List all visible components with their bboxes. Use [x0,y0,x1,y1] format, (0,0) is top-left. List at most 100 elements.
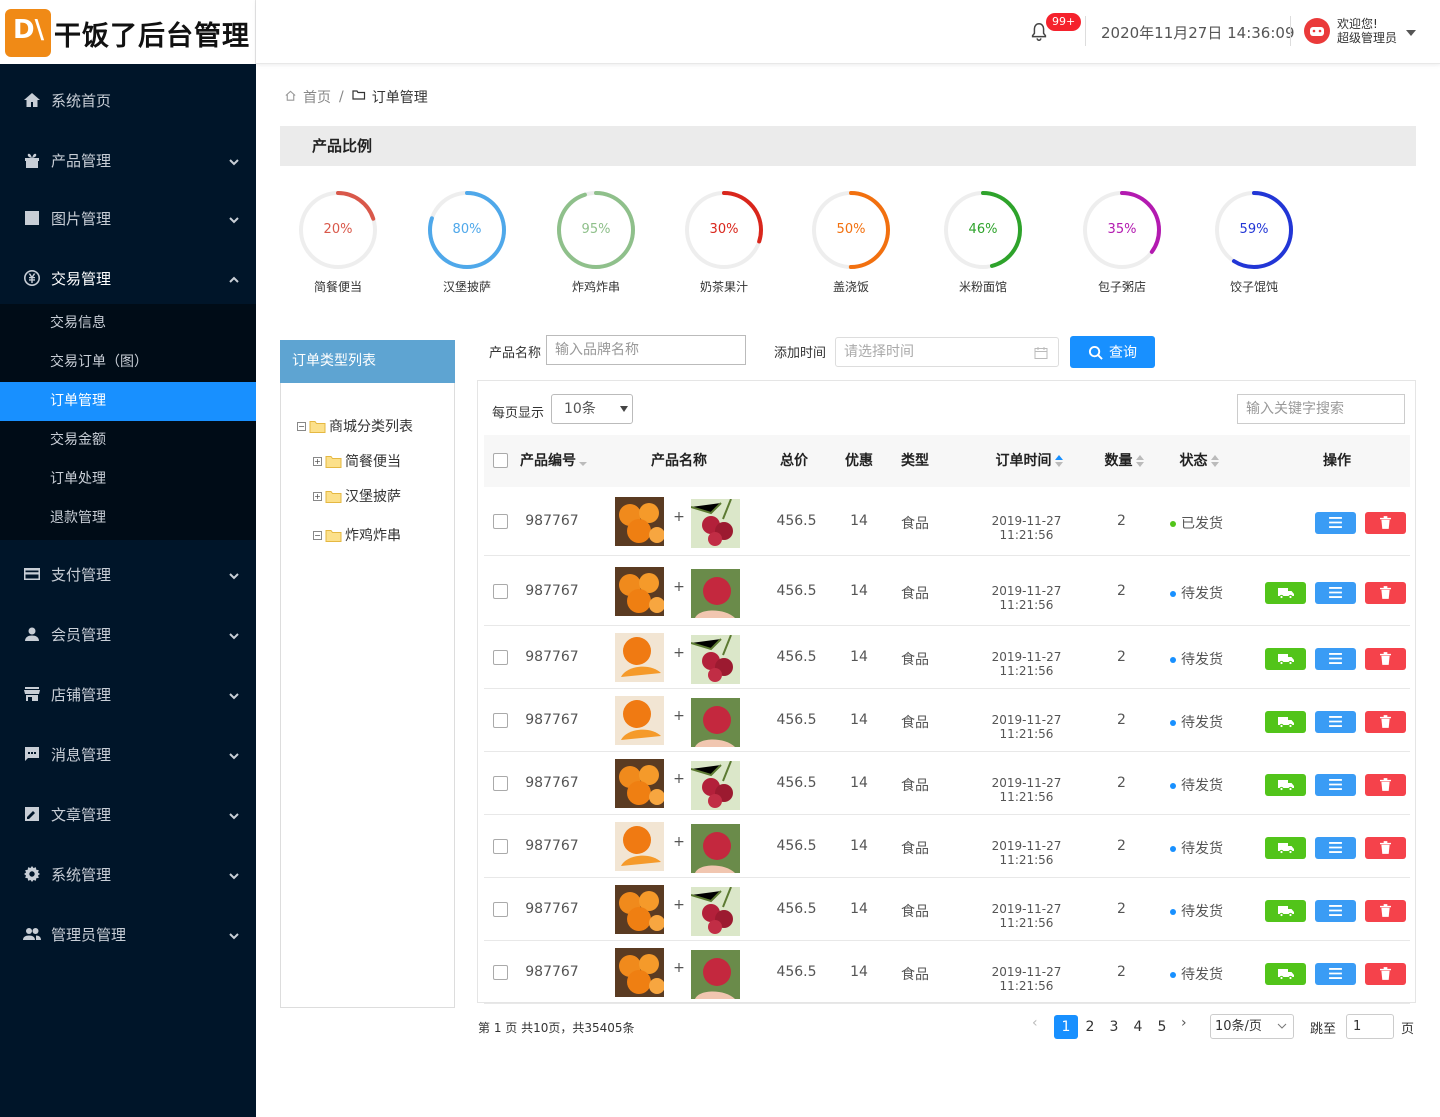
tree-root[interactable]: − 商城分类列表 [297,416,413,436]
detail-button[interactable] [1315,773,1356,796]
row-checkbox[interactable] [493,513,508,529]
truck-icon [1277,968,1294,980]
row-checkbox[interactable] [493,712,508,728]
trash-icon [1380,904,1391,917]
col-id[interactable]: 产品编号 [516,435,591,487]
avatar[interactable] [1304,18,1330,44]
page-number[interactable]: 3 [1102,1015,1126,1039]
detail-button[interactable] [1315,710,1356,733]
delete-button[interactable] [1365,773,1406,796]
delete-button[interactable] [1365,647,1406,670]
jump-input[interactable]: 1 [1346,1014,1394,1039]
ship-button[interactable] [1265,581,1306,604]
next-page-icon[interactable]: › [1181,1015,1187,1031]
sidebar-item[interactable]: 会员管理 [0,604,256,664]
plus-sign: + [673,770,685,787]
brand-name-input[interactable]: 输入品牌名称 [546,335,746,365]
sidebar-item[interactable]: 文章管理 [0,784,256,844]
tree-node[interactable]: + 汉堡披萨 [313,486,401,506]
submenu-item[interactable]: 交易金额 [0,421,256,460]
sidebar-item-label: 会员管理 [51,625,112,644]
date-picker-input[interactable]: 请选择时间 [835,337,1059,367]
product-image [615,566,665,616]
ship-button[interactable] [1265,773,1306,796]
time-filter-label: 添加时间 [774,346,827,361]
cell-qty: 2 [1117,582,1126,599]
detail-button[interactable] [1315,647,1356,670]
row-checkbox[interactable] [493,775,508,791]
row-checkbox[interactable] [493,838,508,854]
sidebar-item[interactable]: 产品管理 [0,130,256,190]
page-number[interactable]: 5 [1150,1015,1174,1039]
detail-button[interactable] [1315,836,1356,859]
ship-button[interactable] [1265,962,1306,985]
sidebar-item[interactable]: 交易管理 [0,248,256,308]
sidebar-item[interactable]: 系统首页 [0,70,256,130]
delete-button[interactable] [1365,710,1406,733]
delete-button[interactable] [1365,511,1406,534]
detail-button[interactable] [1315,511,1356,534]
cell-total: 456.5 [776,774,817,791]
sidebar-item[interactable]: 图片管理 [0,188,256,248]
submenu-item[interactable]: 订单处理 [0,460,256,499]
ratio-ring: 20% 简餐便当 [296,188,380,295]
caret-down-icon[interactable] [1405,26,1417,36]
truck-icon [1277,905,1294,917]
ship-button[interactable] [1265,647,1306,670]
row-checkbox[interactable] [493,649,508,665]
user-welcome[interactable]: 欢迎您! 超级管理员 [1337,17,1397,45]
sidebar-item[interactable]: 店铺管理 [0,664,256,724]
delete-button[interactable] [1365,836,1406,859]
select-all-checkbox[interactable] [493,453,508,468]
sidebar-item[interactable]: 系统管理 [0,844,256,904]
tree-node[interactable]: + 简餐便当 [313,451,401,471]
sidebar-item[interactable]: 消息管理 [0,724,256,784]
detail-button[interactable] [1315,899,1356,922]
page-number[interactable]: 4 [1126,1015,1150,1039]
tree-root-label: 商城分类列表 [329,419,413,435]
ship-button[interactable] [1265,899,1306,922]
col-qty[interactable]: 数量 [1094,435,1154,487]
page-number[interactable]: 2 [1078,1015,1102,1039]
ratio-percent: 20% [323,222,353,237]
row-checkbox[interactable] [493,901,508,917]
trash-icon [1380,841,1391,854]
cell-discount: 14 [850,512,868,529]
col-status[interactable]: 状态 [1174,435,1224,487]
delete-button[interactable] [1365,899,1406,922]
prev-page-icon[interactable]: ‹ [1032,1015,1038,1031]
col-time[interactable]: 订单时间 [979,435,1079,487]
per-page-value: 10条/页 [1215,1019,1262,1034]
page-number[interactable]: 1 [1054,1015,1078,1039]
expand-icon[interactable]: + [313,491,322,501]
detail-button[interactable] [1315,962,1356,985]
cell-status: 待发货 [1170,583,1240,603]
detail-button[interactable] [1315,581,1356,604]
expand-icon[interactable]: + [313,456,322,466]
sidebar-item[interactable]: 管理员管理 [0,904,256,964]
ship-button[interactable] [1265,710,1306,733]
delete-button[interactable] [1365,581,1406,604]
row-checkbox[interactable] [493,964,508,980]
sort-icon [1135,455,1144,467]
page-size-select[interactable]: 10条 [551,394,633,424]
query-button[interactable]: 查询 [1070,336,1155,368]
row-checkbox[interactable] [493,583,508,599]
submenu-item[interactable]: 交易订单（图） [0,343,256,382]
submenu-item[interactable]: 交易信息 [0,304,256,343]
per-page-select[interactable]: 10条/页 [1210,1014,1294,1039]
collapse-icon[interactable]: − [313,530,322,540]
submenu-item[interactable]: 退款管理 [0,499,256,538]
breadcrumb-home[interactable]: 首页 [303,87,331,107]
cell-time: 2019-11-27 11:21:56 [991,964,1062,993]
keyword-search-input[interactable]: 输入关键字搜索 [1237,394,1405,424]
tree-node[interactable]: − 炸鸡炸串 [313,525,401,545]
ship-button[interactable] [1265,836,1306,859]
collapse-icon[interactable]: − [297,421,306,431]
tree-node-label: 汉堡披萨 [345,489,401,505]
delete-button[interactable] [1365,962,1406,985]
submenu-item[interactable]: 订单管理 [0,382,256,421]
status-dot [1170,971,1176,978]
logo[interactable]: D\ 干饭了后台管理 [0,0,256,64]
sidebar-item[interactable]: 支付管理 [0,544,256,604]
